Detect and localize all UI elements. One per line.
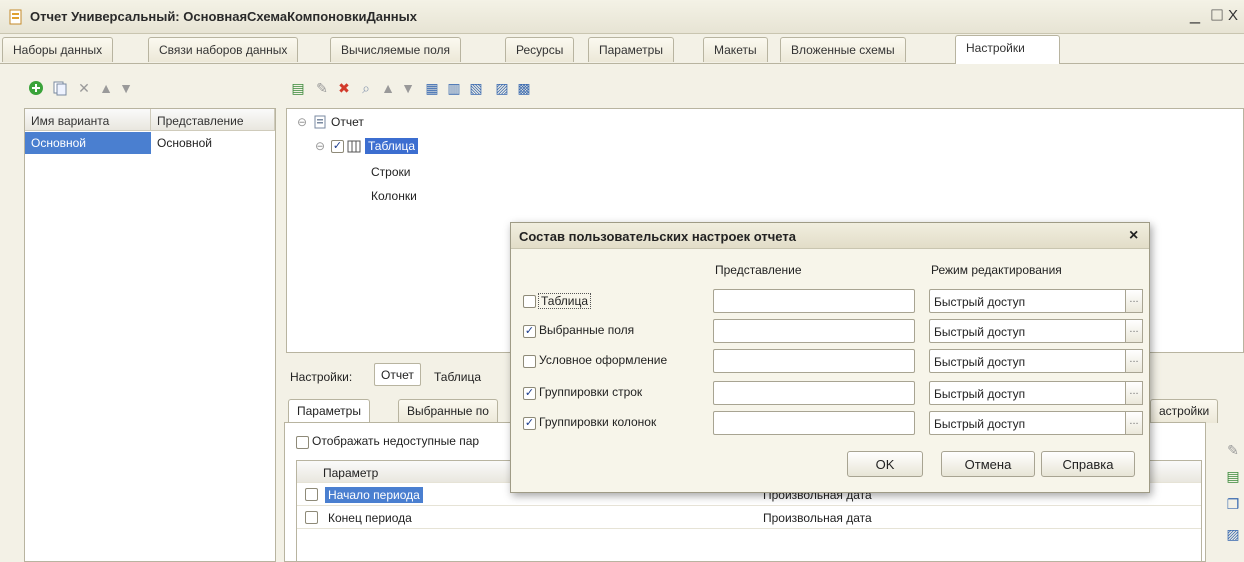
settings-label: Настройки: xyxy=(290,370,353,384)
report-icon xyxy=(9,9,22,25)
tab-calculated-fields[interactable]: Вычисляемые поля xyxy=(330,37,462,62)
variants-table: Имя варианта Представление Основной Осно… xyxy=(24,108,276,562)
ok-button[interactable]: OK xyxy=(847,451,923,477)
tree-node-columns[interactable]: Колонки xyxy=(371,189,417,203)
column-groupings-checkbox[interactable]: ✓ xyxy=(523,417,536,430)
edit-icon[interactable]: ✎ xyxy=(314,80,330,96)
column-header-parameter[interactable]: Параметр xyxy=(323,466,378,480)
maximize-button[interactable] xyxy=(1211,9,1223,21)
conditional-format-checkbox[interactable] xyxy=(523,355,536,368)
param-name[interactable]: Начало периода xyxy=(325,487,423,503)
tree-node-table[interactable]: Таблица xyxy=(365,138,419,154)
tab-other-settings[interactable]: астройки xyxy=(1150,399,1219,423)
selected-fields-checkbox[interactable]: ✓ xyxy=(523,325,536,338)
settings-composition-icon[interactable]: ▩ xyxy=(516,80,532,96)
settings-report-button[interactable]: Отчет xyxy=(374,363,421,386)
close-window-button[interactable]: X xyxy=(1228,7,1238,24)
row-checkbox[interactable] xyxy=(305,511,318,524)
conditional-format-mode-select[interactable]: Быстрый доступ xyxy=(929,349,1127,373)
collapse-icon[interactable]: ⊖ xyxy=(297,115,307,129)
tab-data-set-links[interactable]: Связи наборов данных xyxy=(148,37,299,62)
copy-side-icon[interactable]: ❐ xyxy=(1224,496,1242,514)
edit-side-icon[interactable]: ✎ xyxy=(1224,442,1242,460)
column-groupings-presentation-input[interactable] xyxy=(713,411,915,435)
table-mode-ellipsis-button[interactable]: ... xyxy=(1125,289,1143,313)
row-checkbox[interactable] xyxy=(305,488,318,501)
column-header-presentation-dialog: Представление xyxy=(715,263,802,277)
delete-element-icon[interactable]: ✖ xyxy=(336,80,352,96)
selected-fields-ellipsis-button[interactable]: ... xyxy=(1125,319,1143,343)
report-settings-icon[interactable]: ▦ xyxy=(424,80,440,96)
move-down-icon[interactable]: ▼ xyxy=(118,80,134,96)
user-settings-side-icon[interactable]: ▨ xyxy=(1224,526,1242,544)
conditional-format-label[interactable]: Условное оформление xyxy=(539,353,667,367)
column-groupings-label[interactable]: Группировки колонок xyxy=(539,415,656,429)
move-up-element-icon[interactable]: ▲ xyxy=(380,80,396,96)
tab-selected-fields[interactable]: Выбранные по xyxy=(398,399,498,423)
dialog-title: Состав пользовательских настроек отчета xyxy=(519,229,796,244)
table-node-icon xyxy=(347,140,361,153)
row-groupings-mode-select[interactable]: Быстрый доступ xyxy=(929,381,1127,405)
window-title: Отчет Универсальный: ОсновнаяСхемаКомпон… xyxy=(30,9,417,24)
delete-icon[interactable]: ✕ xyxy=(76,80,92,96)
user-settings-dialog: Состав пользовательских настроек отчета … xyxy=(510,222,1150,493)
table-node-checkbox[interactable]: ✓ xyxy=(331,140,344,153)
tree-node-rows[interactable]: Строки xyxy=(371,165,410,179)
tree-node-report[interactable]: Отчет xyxy=(331,115,364,129)
tab-parameters-bottom[interactable]: Параметры xyxy=(288,399,370,423)
search-icon[interactable]: ⌕ xyxy=(358,80,374,96)
row-groupings-ellipsis-button[interactable]: ... xyxy=(1125,381,1143,405)
ungroup-icon[interactable]: ▧ xyxy=(468,80,484,96)
row-groupings-checkbox[interactable]: ✓ xyxy=(523,387,536,400)
help-button[interactable]: Справка xyxy=(1041,451,1135,477)
tab-parameters[interactable]: Параметры xyxy=(588,37,674,62)
param-name[interactable]: Конец периода xyxy=(328,511,412,525)
conditional-format-ellipsis-button[interactable]: ... xyxy=(1125,349,1143,373)
row-groupings-presentation-input[interactable] xyxy=(713,381,915,405)
table-presentation-input[interactable] xyxy=(713,289,915,313)
selected-fields-label[interactable]: Выбранные поля xyxy=(539,323,634,337)
cancel-button[interactable]: Отмена xyxy=(941,451,1035,477)
param-type[interactable]: Произвольная дата xyxy=(763,511,872,525)
table-mode-select[interactable]: Быстрый доступ xyxy=(929,289,1127,313)
table-setting-label[interactable]: Таблица xyxy=(538,293,592,309)
move-down-element-icon[interactable]: ▼ xyxy=(400,80,416,96)
selected-fields-mode-select[interactable]: Быстрый доступ xyxy=(929,319,1127,343)
minimize-button[interactable]: _ xyxy=(1190,4,1208,25)
column-header-variant-name[interactable]: Имя варианта xyxy=(25,109,151,131)
tab-nested-schemes[interactable]: Вложенные схемы xyxy=(780,37,906,62)
layers-icon[interactable]: ▤ xyxy=(1224,468,1242,486)
settings-table-label[interactable]: Таблица xyxy=(434,370,481,384)
tab-resources[interactable]: Ресурсы xyxy=(505,37,575,62)
selected-fields-presentation-input[interactable] xyxy=(713,319,915,343)
collapse-table-icon[interactable]: ⊖ xyxy=(315,139,325,153)
show-unavailable-label: Отображать недоступные пар xyxy=(312,434,480,448)
tab-settings[interactable]: Настройки xyxy=(955,35,1060,64)
table-row[interactable]: Конец периода Произвольная дата xyxy=(297,507,1201,529)
add-grouping-icon[interactable]: ▤ xyxy=(290,80,306,96)
show-unavailable-checkbox[interactable] xyxy=(296,436,309,449)
report-node-icon xyxy=(314,115,326,129)
tab-data-sets[interactable]: Наборы данных xyxy=(2,37,114,62)
variant-name-cell[interactable]: Основной xyxy=(25,132,151,154)
column-header-presentation[interactable]: Представление xyxy=(151,109,275,131)
conditional-format-presentation-input[interactable] xyxy=(713,349,915,373)
group-icon[interactable]: ▥ xyxy=(446,80,462,96)
column-groupings-mode-select[interactable]: Быстрый доступ xyxy=(929,411,1127,435)
variant-presentation-cell[interactable]: Основной xyxy=(151,132,275,154)
dialog-close-icon[interactable]: × xyxy=(1129,227,1138,245)
title-bar: Отчет Универсальный: ОсновнаяСхемаКомпон… xyxy=(0,0,1244,34)
user-settings-icon[interactable]: ▨ xyxy=(494,80,510,96)
add-icon[interactable] xyxy=(28,80,44,96)
copy-icon[interactable] xyxy=(52,80,68,96)
column-groupings-ellipsis-button[interactable]: ... xyxy=(1125,411,1143,435)
column-header-edit-mode: Режим редактирования xyxy=(931,263,1062,277)
move-up-icon[interactable]: ▲ xyxy=(98,80,114,96)
tab-layouts[interactable]: Макеты xyxy=(703,37,768,62)
row-groupings-label[interactable]: Группировки строк xyxy=(539,385,642,399)
dialog-title-bar: Состав пользовательских настроек отчета … xyxy=(511,223,1149,249)
table-setting-checkbox[interactable] xyxy=(523,295,536,308)
